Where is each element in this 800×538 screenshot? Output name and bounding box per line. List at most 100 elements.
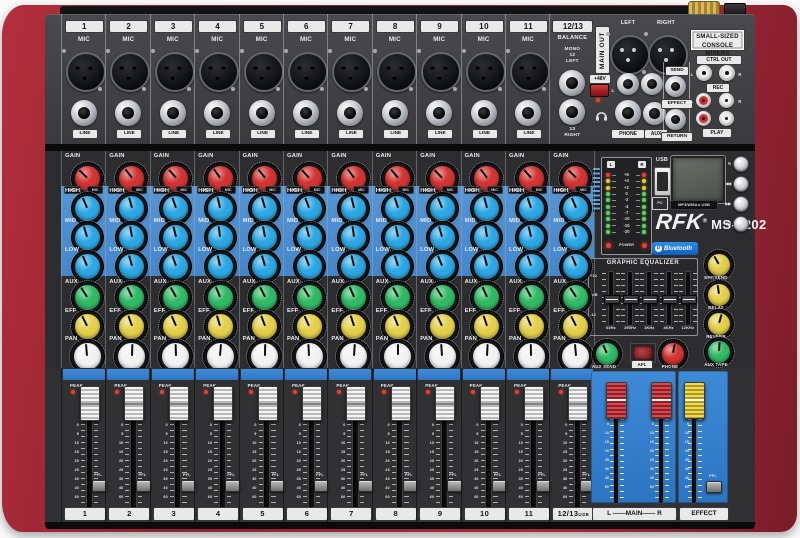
balance-strip: 12/13 BALANCE MONO 12 LEFT 13 RIGHT xyxy=(549,14,594,144)
strip-color-bar xyxy=(507,369,549,380)
channel-knob-strip: GAINLINEMICHIGHMIDLOWAUXEFFPAN xyxy=(239,151,284,368)
strip-number-text: 9 xyxy=(438,509,443,518)
gain-knob-label: GAIN xyxy=(376,153,406,159)
channel-number-label: 8 xyxy=(376,20,415,33)
low-knob[interactable] xyxy=(160,251,191,282)
channel-input-strip: 10MICLINE xyxy=(461,14,506,144)
low-knob[interactable] xyxy=(382,251,413,282)
next-button[interactable] xyxy=(733,196,749,212)
main-section-label: L ——MAIN—— R xyxy=(592,507,677,521)
channel-fader[interactable] xyxy=(480,386,500,421)
channel-knob-strip: GAINLINEMICHIGHMIDLOWAUXEFFPAN xyxy=(194,151,239,368)
brand-reg-mark: ® xyxy=(703,219,707,225)
channel-fader[interactable] xyxy=(435,386,455,421)
strip-number-text: 11 xyxy=(525,509,534,518)
main-right-fader[interactable] xyxy=(651,382,672,419)
channel-knob-strip: GAINLINEMICHIGHMIDLOWAUXEFFPAN xyxy=(61,151,106,368)
main-left-fader[interactable] xyxy=(606,382,627,419)
fader-scale-label: 0 xyxy=(64,423,79,427)
xlr-hole xyxy=(475,65,480,70)
channel-knob-strip: GAINLINEMICHIGHMIDLOWAUXEFFPAN xyxy=(416,151,461,368)
fader-scale-label: 40 xyxy=(64,486,79,490)
geq-band-slider[interactable] xyxy=(662,295,678,304)
low-knob[interactable] xyxy=(294,251,325,282)
xlr-hole xyxy=(341,65,346,70)
fader-scale-label: 5 xyxy=(375,432,390,436)
low-knob[interactable] xyxy=(116,251,147,282)
fader-scale-label: 20 xyxy=(153,459,168,463)
mic-label: MIC xyxy=(328,36,372,43)
usb-port[interactable] xyxy=(654,167,671,196)
geq-band-slider[interactable] xyxy=(604,295,620,304)
fader-scale-label: 10 xyxy=(197,441,212,445)
channel-fader[interactable] xyxy=(169,386,189,421)
fader-scale-label: 25 xyxy=(464,468,479,472)
channel-fader[interactable] xyxy=(124,386,144,421)
fader-scale-label: 5 xyxy=(419,432,434,436)
fader-scale-label: 30 xyxy=(286,477,301,481)
line-label: LINE xyxy=(427,129,453,139)
usb-port-label: USB xyxy=(653,157,671,163)
play-pause-button[interactable] xyxy=(733,216,749,232)
phantom-power-switch[interactable] xyxy=(590,84,609,97)
fader-scale-label: 30 xyxy=(419,477,434,481)
strip-number-text: 12/13 xyxy=(558,509,579,518)
rec-play-r-label: R xyxy=(737,99,743,104)
main-fader-scale-label: 25 xyxy=(597,458,609,462)
low-knob[interactable] xyxy=(471,251,502,282)
fader-scale-label: 15 xyxy=(330,450,345,454)
xlr-hole xyxy=(266,65,271,70)
main-fader-scale-label: 15 xyxy=(642,440,654,444)
peak-led xyxy=(382,390,386,394)
strip-number-text: 5 xyxy=(260,509,265,518)
effect-send-jack xyxy=(665,76,686,97)
gain-knob-label: GAIN xyxy=(553,153,583,159)
fader-scale-label: 10 xyxy=(375,441,390,445)
gain-knob-label: GAIN xyxy=(109,153,139,159)
repeat-button[interactable] xyxy=(733,156,749,172)
low-knob[interactable] xyxy=(560,251,591,282)
low-knob[interactable] xyxy=(205,251,236,282)
line-jack xyxy=(337,100,363,126)
balance-right-label: RIGHT xyxy=(550,133,594,139)
fader-scale-label: 25 xyxy=(508,468,523,472)
channel-fader[interactable] xyxy=(213,386,233,421)
channel-fader[interactable] xyxy=(302,386,322,421)
geq-band-slider[interactable] xyxy=(642,295,658,304)
ctrl-out-r-label: R xyxy=(737,72,743,77)
geq-band-slider[interactable] xyxy=(623,295,639,304)
power-led-right xyxy=(642,243,647,248)
line-jack xyxy=(204,100,230,126)
low-knob[interactable] xyxy=(249,251,280,282)
xlr-hole xyxy=(437,75,442,80)
meter-tick xyxy=(636,206,640,207)
model-tagline-badge: SMALL-SIZED CONSOLE MIXERS xyxy=(690,29,745,51)
low-knob[interactable] xyxy=(72,251,103,282)
geq-band-slider[interactable] xyxy=(681,295,697,304)
gain-knob-label: GAIN xyxy=(465,153,495,159)
xlr-hole xyxy=(399,65,404,70)
channel-fader[interactable] xyxy=(346,386,366,421)
fader-scale-label: 5 xyxy=(330,432,345,436)
fader-scale-label: 30 xyxy=(330,477,345,481)
fader-scale-label: 40 xyxy=(197,486,212,490)
channel-fader[interactable] xyxy=(258,386,278,421)
effect-fader[interactable] xyxy=(684,382,705,419)
meter-tick xyxy=(636,187,640,188)
channel-fader[interactable] xyxy=(391,386,411,421)
main-out-jack-l-label: L xyxy=(609,88,617,93)
low-knob[interactable] xyxy=(338,251,369,282)
fader-strip-label: 4 xyxy=(197,507,239,521)
pfl-button[interactable] xyxy=(706,481,722,493)
fader-scale-label: 25 xyxy=(197,468,212,472)
channel-knob-strip: GAINLINEMICHIGHMIDLOWAUXEFFPAN xyxy=(327,151,372,368)
channel-fader[interactable] xyxy=(524,386,544,421)
channel-fader[interactable] xyxy=(80,386,100,421)
previous-button[interactable] xyxy=(733,176,749,192)
channel-number-label: 2 xyxy=(109,20,148,33)
low-knob[interactable] xyxy=(427,251,458,282)
pfl-label: PFL xyxy=(224,473,238,477)
channel-fader[interactable] xyxy=(568,386,588,421)
low-knob[interactable] xyxy=(516,251,547,282)
xlr-hole xyxy=(119,65,124,70)
